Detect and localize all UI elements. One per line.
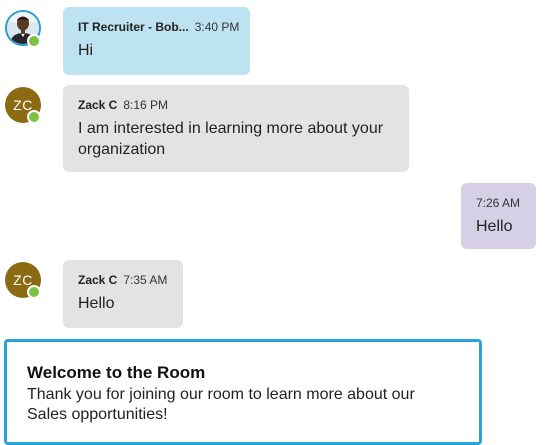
message-text: Hi	[78, 42, 94, 59]
message-time: 7:35 AM	[123, 273, 168, 287]
online-status-icon	[27, 110, 41, 124]
message-sender: Zack C	[78, 273, 118, 287]
message-text: I am interested in learning more about y…	[78, 120, 384, 158]
own-message-bubble[interactable]: 7:26 AM Hello	[461, 183, 536, 249]
message-bubble[interactable]: Zack C 7:35 AM Hello	[63, 260, 183, 328]
message-bubble[interactable]: IT Recruiter - Bob... 3:40 PM Hi	[63, 7, 250, 75]
message-meta: IT Recruiter - Bob... 3:40 PM	[78, 19, 239, 35]
online-status-icon	[27, 285, 41, 299]
welcome-title: Welcome to the Room	[27, 363, 206, 382]
message-meta: 7:26 AM	[476, 195, 521, 211]
message-meta: Zack C 7:35 AM	[78, 272, 168, 288]
message-time: 7:26 AM	[476, 196, 521, 210]
online-status-icon	[27, 34, 41, 48]
message-time: 3:40 PM	[194, 20, 240, 34]
message-bubble[interactable]: Zack C 8:16 PM I am interested in learnin…	[63, 85, 409, 172]
welcome-panel: Welcome to the Room Thank you for joinin…	[4, 339, 482, 445]
message-meta: Zack C 8:16 PM	[78, 97, 394, 113]
message-time: 8:16 PM	[123, 98, 169, 112]
message-text: Hello	[78, 295, 115, 312]
welcome-body: Thank you for joining our room to learn …	[27, 386, 415, 423]
message-sender: Zack C	[78, 98, 118, 112]
message-text: Hello	[476, 218, 513, 235]
message-sender: IT Recruiter - Bob...	[78, 20, 189, 34]
